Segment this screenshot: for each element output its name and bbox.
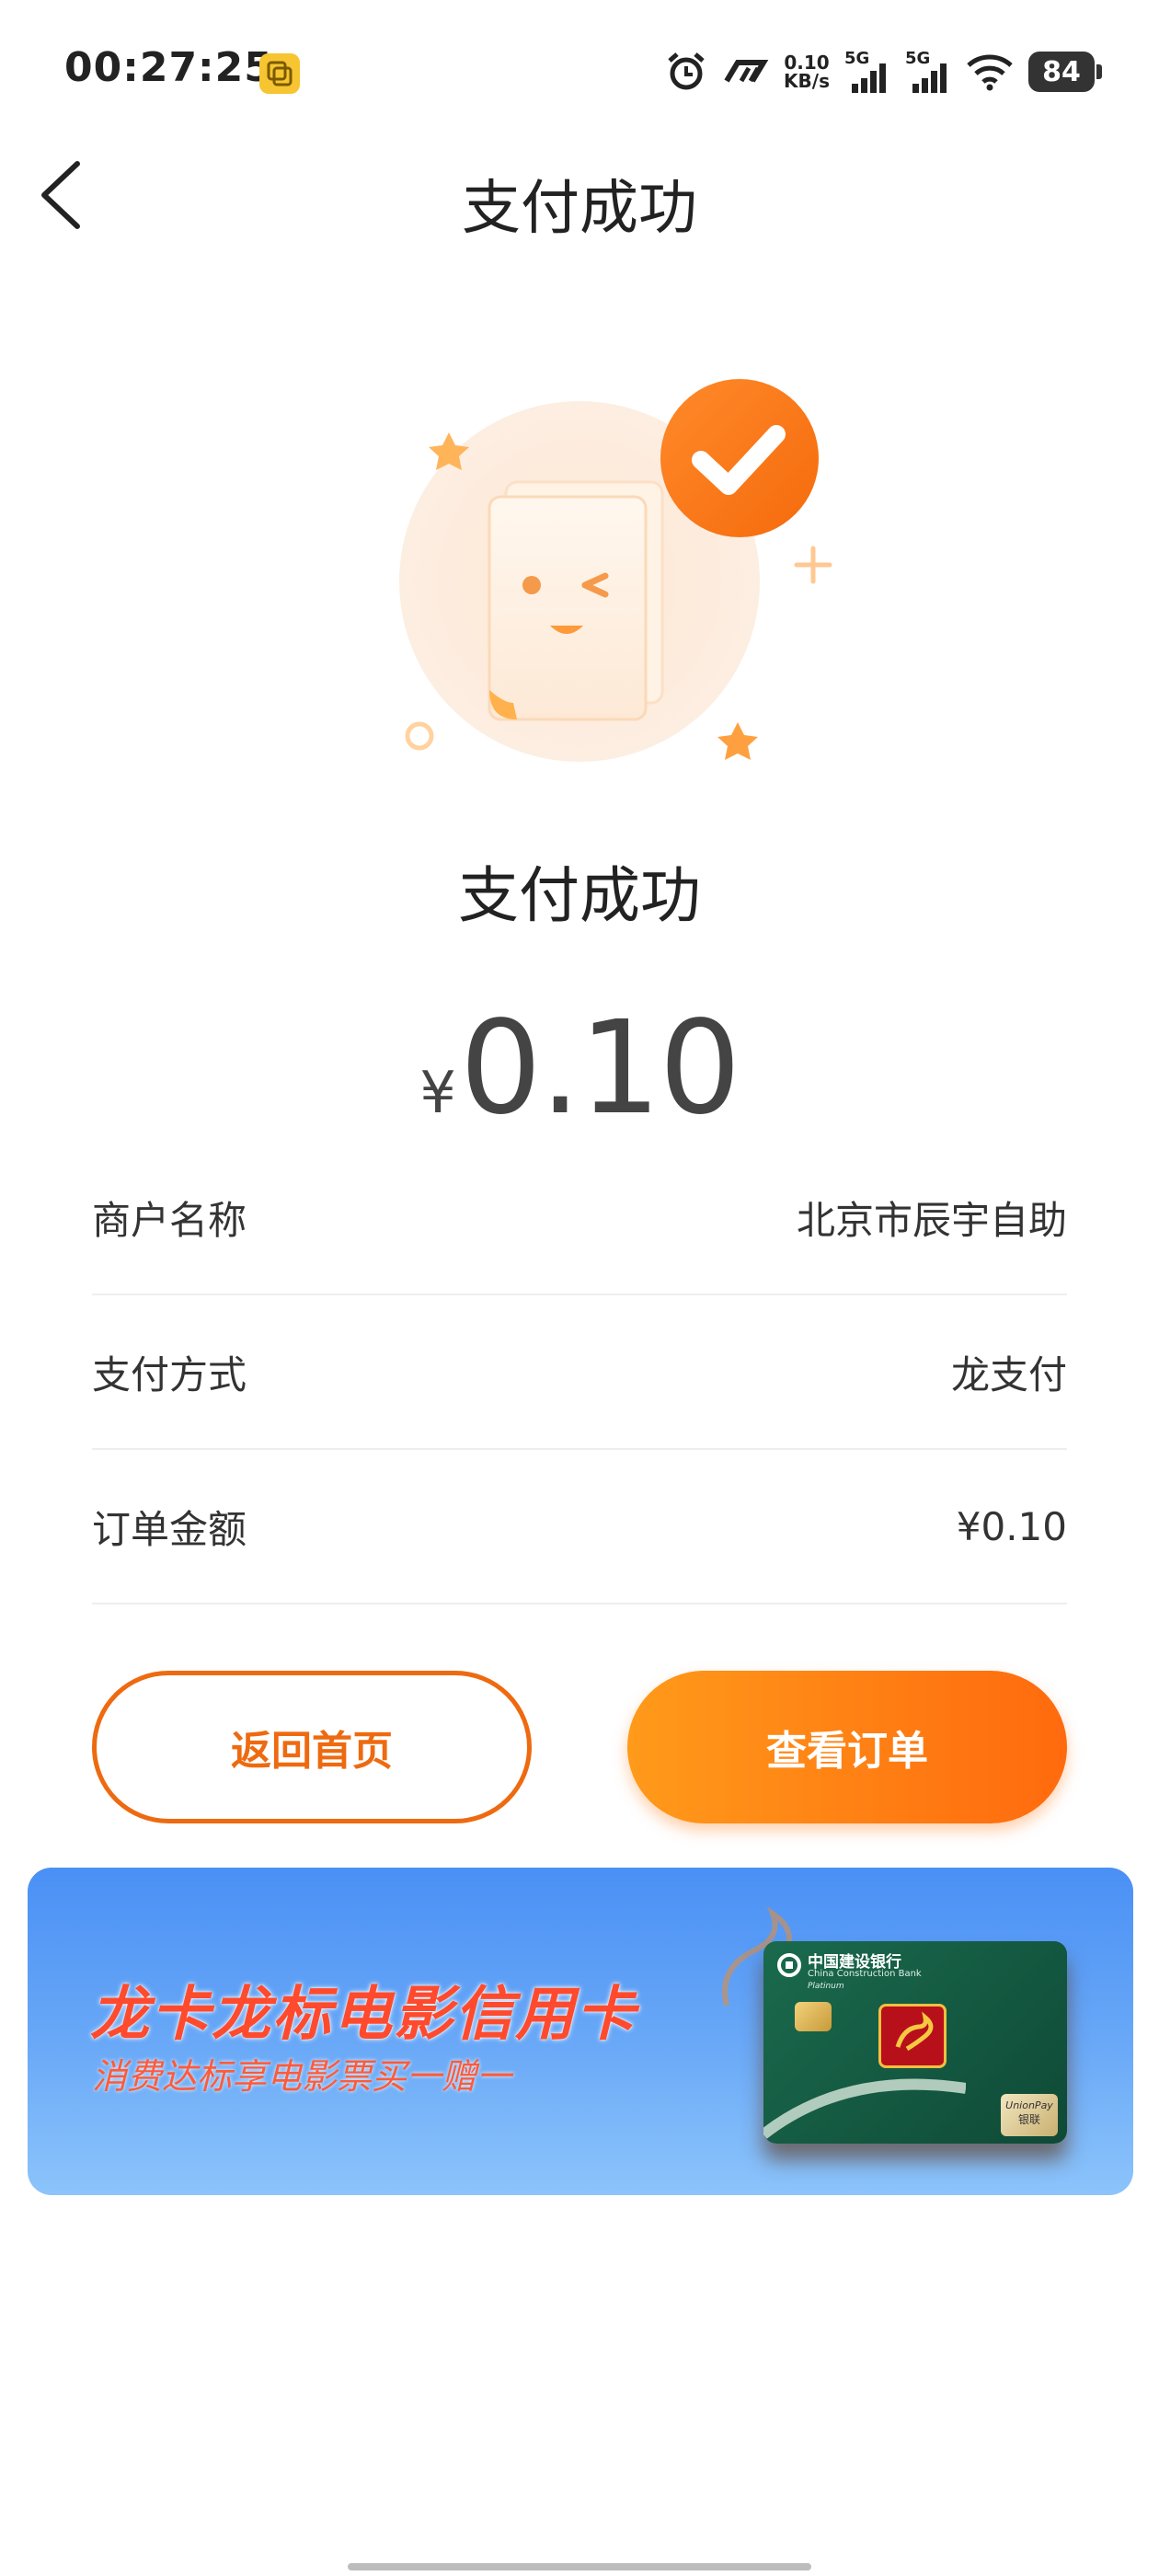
net-speed-unit: KB/s [784, 70, 830, 92]
unionpay-logo: UnionPay 银联 [1001, 2094, 1058, 2136]
film-strip-icon [763, 2078, 966, 2139]
amount-value: 0.10 [459, 994, 741, 1144]
detail-value: 龙支付 [950, 1351, 1067, 1397]
alarm-icon [668, 52, 705, 90]
home-indicator[interactable] [348, 2563, 811, 2570]
net-speed-value: 0.10 [784, 52, 830, 74]
detail-row-merchant: 商户名称 北京市辰宇自助 [92, 1141, 1067, 1295]
credit-card-image: 中国建设银行 China Construction Bank Platinum … [763, 1941, 1067, 2144]
detail-value: 北京市辰宇自助 [796, 1197, 1067, 1243]
success-illustration [377, 368, 837, 773]
network-speed: 0.10 KB/s [784, 53, 830, 90]
detail-row-payment-method: 支付方式 龙支付 [92, 1295, 1067, 1450]
signal-sim1: 5G [844, 49, 890, 95]
detail-row-order-amount: 订单金额 ¥0.10 [92, 1450, 1067, 1604]
carrier-icon [724, 60, 769, 83]
ccb-logo-icon [777, 1953, 801, 1977]
detail-label: 订单金额 [92, 1506, 247, 1552]
order-details: 商户名称 北京市辰宇自助 支付方式 龙支付 订单金额 ¥0.10 [92, 1141, 1067, 1604]
promo-banner[interactable]: 龙卡龙标电影信用卡 消费达标享电影票买一赠一 中国建设银行 China Cons… [28, 1868, 1133, 2195]
page-title: 支付成功 [462, 175, 697, 243]
detail-value: ¥0.10 [956, 1503, 1067, 1549]
status-indicators: 0.10 KB/s 5G 5G 84 [664, 44, 1102, 99]
chip-icon [795, 2002, 832, 2031]
unionpay-label: UnionPay [1005, 2099, 1053, 2111]
banner-subtitle: 消费达标享电影票买一赠一 [92, 2056, 512, 2097]
card-bank-en: China Construction Bank [808, 1969, 922, 1979]
signal-sim2: 5G [905, 49, 951, 95]
signal-icon [852, 63, 886, 93]
wifi-icon [967, 54, 1013, 91]
banner-title: 龙卡龙标电影信用卡 [90, 1981, 637, 2049]
detail-label: 支付方式 [92, 1351, 247, 1397]
payment-status-text: 支付成功 [458, 860, 701, 931]
status-time: 00:27:25 [64, 44, 273, 91]
detail-label: 商户名称 [92, 1197, 247, 1243]
back-to-home-button[interactable]: 返回首页 [92, 1671, 532, 1823]
battery-indicator: 84 [1028, 52, 1102, 92]
payment-amount: ¥0.10 [0, 994, 1159, 1144]
card-tier: Platinum [808, 1982, 844, 1991]
receipt-success-icon [399, 379, 832, 762]
currency-symbol: ¥ [419, 1059, 456, 1126]
status-bar: 00:27:25 0.10 KB/s 5G 5G 84 [0, 0, 1159, 138]
unionpay-label-cn: 银联 [1017, 2113, 1040, 2126]
app-notification-icon [259, 53, 300, 94]
view-order-button[interactable]: 查看订单 [627, 1671, 1067, 1823]
signal-icon [912, 63, 947, 93]
